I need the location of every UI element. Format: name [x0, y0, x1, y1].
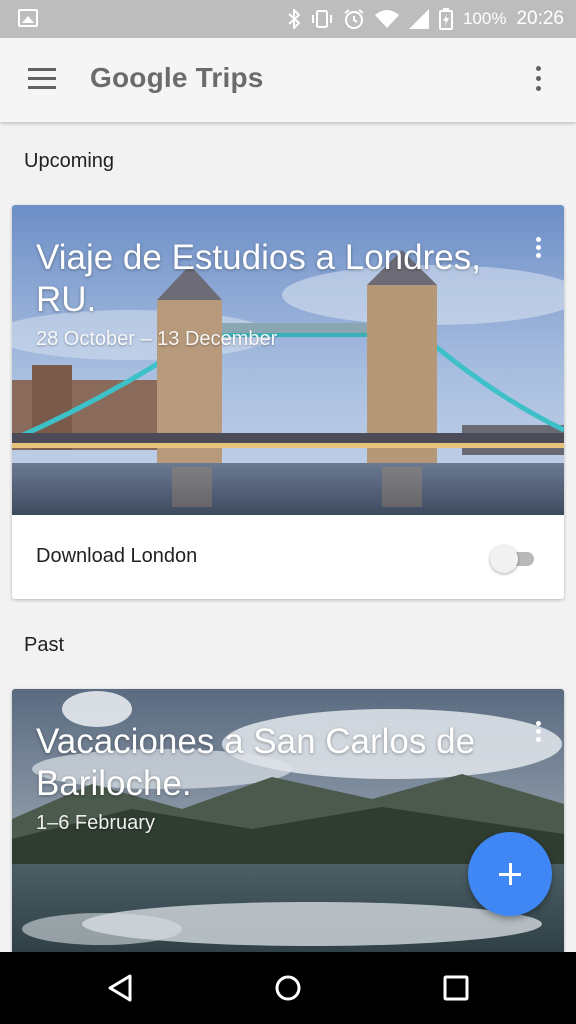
status-icons: 100% 20:26 [287, 0, 564, 38]
trip-card-bariloche[interactable]: Vacaciones a San Carlos de Bariloche. 1–… [12, 689, 564, 952]
download-label: Download London [36, 545, 198, 567]
clock: 20:26 [516, 8, 564, 29]
section-upcoming: Upcoming [24, 150, 115, 172]
trip-dates: 28 October – 13 December [36, 328, 278, 350]
add-trip-button[interactable] [468, 832, 552, 916]
app-title: Google Trips [90, 62, 264, 93]
section-past: Past [24, 634, 65, 656]
trip-title: Vacaciones a San Carlos de Bariloche. [36, 722, 476, 803]
bariloche-trip-image[interactable]: Vacaciones a San Carlos de Bariloche. 1–… [12, 689, 564, 952]
vibrate-icon [311, 10, 332, 28]
trip-dates: 1–6 February [36, 812, 155, 834]
cell-signal-icon [408, 9, 429, 29]
recents-icon[interactable] [440, 972, 472, 1004]
home-icon[interactable] [272, 972, 304, 1004]
trip-card-london[interactable]: Viaje de Estudios a Londres, RU. 28 Octo… [12, 205, 564, 599]
download-toggle[interactable] [490, 545, 536, 573]
status-bar: 100% 20:26 [0, 0, 576, 38]
back-icon[interactable] [104, 972, 136, 1004]
wifi-icon [374, 10, 399, 28]
london-trip-image[interactable]: Viaje de Estudios a Londres, RU. 28 Octo… [12, 205, 564, 515]
battery-charging-icon [438, 8, 453, 30]
download-row[interactable]: Download London [12, 515, 564, 599]
bluetooth-icon [288, 9, 301, 29]
navigation-bar [0, 952, 576, 1024]
alarm-icon [344, 9, 364, 29]
more-vert-icon[interactable] [534, 66, 542, 94]
card-more-vert-icon[interactable] [536, 237, 542, 259]
app-bar: Google Trips [0, 38, 576, 122]
battery-percent: 100% [462, 9, 507, 28]
card-more-vert-icon[interactable] [536, 721, 542, 743]
image-icon [18, 9, 38, 27]
trip-title: Viaje de Estudios a Londres, RU. [36, 238, 481, 319]
toggle-thumb [490, 545, 518, 573]
hamburger-menu-icon[interactable] [28, 68, 56, 90]
